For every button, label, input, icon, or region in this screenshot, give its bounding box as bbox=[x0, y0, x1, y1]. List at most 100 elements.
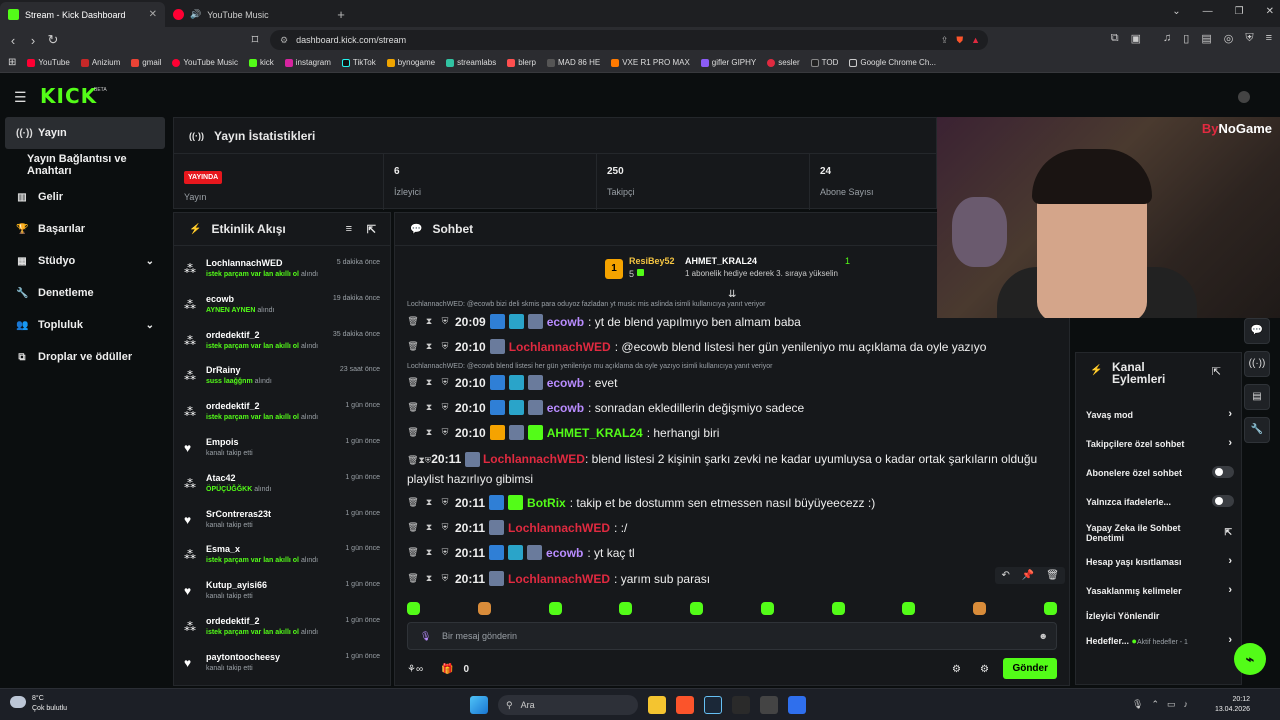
delete-message-icon[interactable]: 🗑 bbox=[407, 341, 419, 352]
activity-row[interactable]: ⁂ ecowb 19 dakika önce AYNEN AYNEN alındı bbox=[174, 290, 390, 326]
sidebar-icon[interactable]: ▯ bbox=[1183, 32, 1189, 45]
minimize-icon[interactable]: — bbox=[1203, 6, 1213, 17]
activity-row[interactable]: ⁂ ordedektif_2 1 gün önce istek parçam var … bbox=[174, 397, 390, 433]
bookmark-gmail[interactable]: gmail bbox=[131, 58, 161, 67]
layout-icon[interactable]: ▤ bbox=[1244, 384, 1270, 410]
mic-tray-icon[interactable]: 🎙 bbox=[1132, 699, 1143, 710]
sidebar-item-revenue[interactable]: ▥ Gelir bbox=[0, 181, 170, 213]
store-icon[interactable] bbox=[760, 696, 778, 714]
kick-logo[interactable]: KICK bbox=[40, 84, 97, 108]
emote-icon[interactable] bbox=[973, 602, 987, 615]
chat-message[interactable]: 🗑 ⧗ ⛨ 20:10 LochlannachWED: @ecowb blend li… bbox=[407, 339, 1057, 354]
share-icon[interactable]: ⇪ bbox=[941, 35, 949, 46]
vpn-icon[interactable]: ◎ bbox=[1224, 32, 1234, 45]
activity-row[interactable]: ♥ Kutup_ayisi66 1 gün önce kanalı takip ett… bbox=[174, 576, 390, 612]
message-username[interactable]: LochlannachWED bbox=[509, 340, 611, 354]
send-button[interactable]: Gönder bbox=[1003, 658, 1057, 679]
new-tab-button[interactable]: + bbox=[330, 2, 352, 27]
activity-row[interactable]: ⁂ LochlannachWED 5 dakika önce istek parçam… bbox=[174, 254, 390, 290]
pin-icon[interactable]: 📌 bbox=[1022, 570, 1034, 581]
timeout-icon[interactable]: ⧗ bbox=[423, 316, 435, 327]
bookmark-blerp[interactable]: blerp bbox=[507, 58, 536, 67]
message-username[interactable]: LochlannachWED bbox=[508, 521, 610, 535]
epic-games-icon[interactable] bbox=[732, 696, 750, 714]
channel-action-item[interactable]: Yalnızca ifadelerle... bbox=[1086, 495, 1234, 507]
sidebar-item-stream-key[interactable]: Yayın Bağlantısı ve Anahtarı bbox=[0, 149, 170, 181]
timeout-icon[interactable]: ⧗ bbox=[423, 522, 435, 533]
tab-search-icon[interactable]: ⌄ bbox=[1172, 6, 1180, 17]
message-username[interactable]: AHMET_KRAL24 bbox=[547, 426, 643, 440]
ban-icon[interactable]: ⛨ bbox=[439, 547, 451, 558]
screenshot-icon[interactable]: ▣ bbox=[1131, 32, 1141, 45]
popout-icon[interactable]: ⇱ bbox=[367, 223, 376, 236]
brave-browser-icon[interactable] bbox=[676, 696, 694, 714]
bookmark-kick[interactable]: kick bbox=[248, 58, 274, 67]
timeout-icon[interactable]: ⧗ bbox=[423, 573, 435, 584]
channel-action-item[interactable]: İzleyici Yönlendir bbox=[1086, 611, 1232, 621]
sidebar-item-community[interactable]: 👥 Topluluk ⌄ bbox=[0, 309, 170, 341]
delete-message-icon[interactable]: 🗑 bbox=[407, 547, 419, 558]
shield-icon[interactable]: ⛨ bbox=[1245, 32, 1253, 45]
close-tab-icon[interactable]: ✕ bbox=[149, 9, 157, 20]
bookmark-tod[interactable]: TOD bbox=[810, 58, 838, 67]
sidebar-item-moderation[interactable]: 🔧 Denetleme bbox=[0, 277, 170, 309]
menu-icon[interactable]: ≡ bbox=[1266, 32, 1272, 45]
timeout-icon[interactable]: ⧗ bbox=[423, 377, 435, 388]
sidebar-item-studio[interactable]: ▦ Stüdyo ⌄ bbox=[0, 245, 170, 277]
volume-icon[interactable]: ♪ bbox=[1184, 699, 1189, 710]
forward-icon[interactable]: › bbox=[23, 33, 43, 48]
activity-row[interactable]: ♥ Empois 1 gün önce kanalı takip etti bbox=[174, 433, 390, 469]
hamburger-menu-icon[interactable]: ☰ bbox=[14, 89, 27, 106]
sidebar-item-stream[interactable]: ((·)) Yayın bbox=[5, 117, 165, 149]
message-username[interactable]: ecowb bbox=[547, 315, 584, 329]
chat-message[interactable]: 🗑 ⧗ ⛨ 20:11 BotRix: takip et be dostumm sen… bbox=[407, 495, 1057, 510]
chat-message[interactable]: 🗑 ⧗ ⛨ 20:10 AHMET_KRAL24: herhangi biri bbox=[407, 425, 1057, 440]
settings-icon[interactable]: ⚙ bbox=[952, 664, 961, 675]
popout-icon[interactable]: ⇱ bbox=[1212, 365, 1221, 378]
sidebar-item-achievements[interactable]: 🏆 Başarılar bbox=[0, 213, 170, 245]
message-username[interactable]: LochlannachWED bbox=[508, 572, 610, 586]
sidebar-item-drops[interactable]: ⧉ Droplar ve ödüller bbox=[0, 341, 170, 373]
emote-icon[interactable] bbox=[760, 602, 774, 615]
user-avatar[interactable] bbox=[1238, 91, 1250, 103]
bookmark-youtube[interactable]: YouTube bbox=[27, 58, 70, 67]
channel-action-item[interactable]: Takipçilere özel sohbet › bbox=[1086, 437, 1232, 449]
emote-icon[interactable] bbox=[831, 602, 845, 615]
ban-icon[interactable]: ⛨ bbox=[439, 522, 451, 533]
chat-message[interactable]: 🗑 ⧗ ⛨ 20:11 LochlannachWED: yarım sub paras… bbox=[407, 571, 1057, 586]
channel-action-item[interactable]: Yasaklanmış kelimeler › bbox=[1086, 584, 1232, 596]
timeout-icon[interactable]: ⧗ bbox=[423, 547, 435, 558]
help-button[interactable]: ⌁ bbox=[1234, 643, 1266, 675]
activity-row[interactable]: ♥ paytontoocheesy 1 gün önce kanalı takip e… bbox=[174, 648, 390, 684]
channel-action-item[interactable]: Yavaş mod › bbox=[1086, 408, 1232, 420]
chevron-up-icon[interactable]: ⌃ bbox=[1151, 699, 1159, 710]
close-window-icon[interactable]: ✕ bbox=[1266, 6, 1274, 17]
delete-message-icon[interactable]: 🗑 bbox=[407, 455, 418, 465]
bookmark-icon[interactable]: ⌑ bbox=[245, 32, 265, 48]
delete-message-icon[interactable]: 🗑 bbox=[407, 402, 419, 413]
steam-icon[interactable] bbox=[704, 696, 722, 714]
emote-icon[interactable] bbox=[407, 602, 420, 615]
toggle-switch[interactable] bbox=[1212, 495, 1234, 507]
tab-kick-dashboard[interactable]: Stream - Kick Dashboard ✕ bbox=[0, 2, 165, 27]
timeout-icon[interactable]: ⧗ bbox=[423, 497, 435, 508]
media-icon[interactable]: ♫ bbox=[1163, 32, 1171, 45]
file-explorer-icon[interactable] bbox=[648, 696, 666, 714]
delete-message-icon[interactable]: 🗑 bbox=[407, 522, 419, 533]
message-username[interactable]: LochlannachWED bbox=[483, 452, 585, 466]
timeout-icon[interactable]: ⧗ bbox=[423, 402, 435, 413]
chat-message[interactable]: 🗑 ⧗ ⛨ 20:10 ecowb: sonradan ekledillerin de… bbox=[407, 400, 1057, 415]
delete-message-icon[interactable]: 🗑 bbox=[407, 497, 419, 508]
filter-icon[interactable]: ≡ bbox=[346, 223, 352, 235]
message-username[interactable]: ecowb bbox=[547, 401, 584, 415]
delete-message-icon[interactable]: 🗑 bbox=[407, 316, 419, 327]
maximize-icon[interactable]: ❐ bbox=[1235, 6, 1244, 17]
taskbar-clock[interactable]: 20:12 13.04.2026 bbox=[1215, 695, 1250, 715]
site-info-icon[interactable]: ⚙ bbox=[280, 35, 288, 46]
broadcast-toggle-icon[interactable]: ((·)) bbox=[1244, 351, 1270, 377]
brave-shield-icon[interactable]: ⛊ bbox=[956, 35, 963, 46]
tab-youtube-music[interactable]: 🔊 YouTube Music bbox=[165, 2, 330, 27]
ban-icon[interactable]: ⛨ bbox=[439, 427, 451, 438]
bookmark-youtube-music[interactable]: YouTube Music bbox=[172, 58, 238, 67]
timeout-icon[interactable]: ⧗ bbox=[423, 341, 435, 352]
